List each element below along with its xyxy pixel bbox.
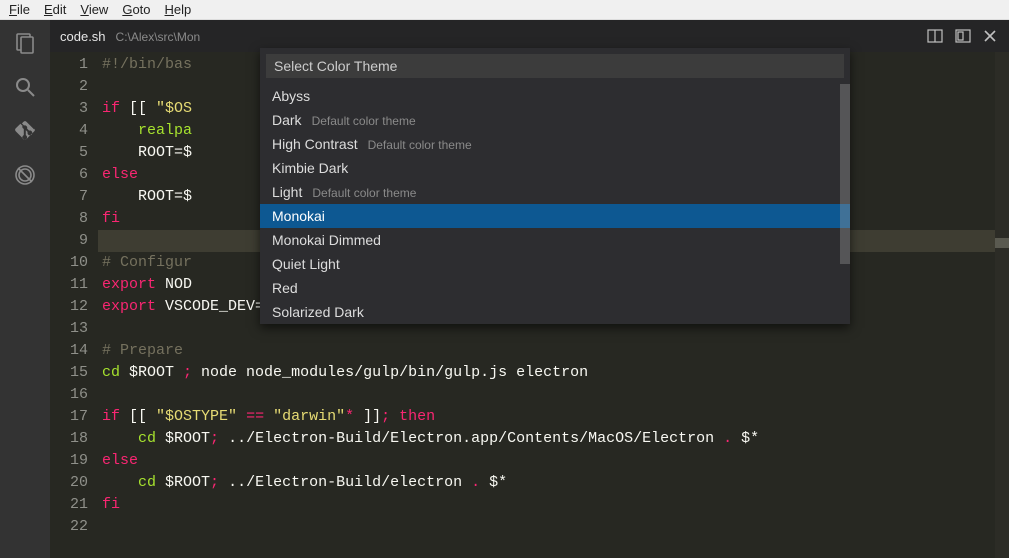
search-icon[interactable] [12,74,38,100]
main-area: code.sh C:\Alex\src\Mon 1234567891011121… [0,20,1009,558]
palette-item-label: Dark [272,112,302,128]
split-editor-icon[interactable] [927,28,943,44]
tab[interactable]: code.sh C:\Alex\src\Mon [60,29,200,44]
line-number: 18 [50,428,88,450]
line-number: 14 [50,340,88,362]
palette-item-label: Red [272,280,298,296]
line-number: 15 [50,362,88,384]
palette-item-light[interactable]: Light Default color theme [260,180,850,204]
menu-edit[interactable]: Edit [37,1,73,18]
palette-item-high-contrast[interactable]: High Contrast Default color theme [260,132,850,156]
line-number: 17 [50,406,88,428]
line-number: 4 [50,120,88,142]
code-line[interactable]: cd $ROOT; ../Electron-Build/electron . $… [98,472,995,494]
palette-item-subtitle: Default color theme [312,114,416,128]
code-line[interactable] [98,384,995,406]
line-number: 9 [50,230,88,252]
more-icon[interactable] [955,28,971,44]
overview-ruler[interactable] [995,52,1009,558]
line-number: 7 [50,186,88,208]
palette-placeholder: Select Color Theme [274,58,397,74]
line-number: 10 [50,252,88,274]
line-number: 13 [50,318,88,340]
menubar: File Edit View Goto Help [0,0,1009,20]
palette-item-monokai[interactable]: Monokai [260,204,850,228]
line-number: 12 [50,296,88,318]
line-number: 22 [50,516,88,538]
palette-item-label: Light [272,184,302,200]
line-number: 8 [50,208,88,230]
code-line[interactable]: if [[ "$OSTYPE" == "darwin"* ]]; then [98,406,995,428]
menu-help[interactable]: Help [158,1,199,18]
line-number: 20 [50,472,88,494]
code-line[interactable]: cd $ROOT ; node node_modules/gulp/bin/gu… [98,362,995,384]
palette-scrollbar[interactable] [840,84,850,324]
palette-item-dark[interactable]: Dark Default color theme [260,108,850,132]
palette-input[interactable]: Select Color Theme [266,54,844,78]
palette-item-solarized-dark[interactable]: Solarized Dark [260,300,850,324]
palette-item-quiet-light[interactable]: Quiet Light [260,252,850,276]
menu-file[interactable]: File [2,1,37,18]
tab-path: C:\Alex\src\Mon [116,30,201,44]
palette-list: AbyssDarkDefault color themeHigh Contras… [260,84,850,324]
palette-item-label: Abyss [272,88,310,104]
palette-item-label: Quiet Light [272,256,340,272]
activity-bar [0,20,50,558]
palette-item-label: Kimbie Dark [272,160,348,176]
command-palette: Select Color Theme Abyss Dark Default colo… [260,48,850,324]
overview-mark [995,238,1009,248]
code-line[interactable]: fi [98,494,995,516]
palette-item-subtitle: Default color theme [312,186,416,200]
close-icon[interactable] [983,29,997,43]
palette-item-label: Monokai [272,208,325,224]
line-number: 6 [50,164,88,186]
line-number: 16 [50,384,88,406]
palette-scrollbar-thumb[interactable] [840,84,850,264]
code-line[interactable]: # Prepare [98,340,995,362]
palette-item-abyss[interactable]: Abyss [260,84,850,108]
editor: code.sh C:\Alex\src\Mon 1234567891011121… [50,20,1009,558]
line-number: 21 [50,494,88,516]
code-line[interactable]: cd $ROOT; ../Electron-Build/Electron.app… [98,428,995,450]
files-icon[interactable] [12,30,38,56]
line-number: 5 [50,142,88,164]
debug-icon[interactable] [12,162,38,188]
git-icon[interactable] [12,118,38,144]
menu-goto[interactable]: Goto [115,1,157,18]
tab-actions [927,28,1009,44]
palette-item-monokai-dimmed[interactable]: Monokai Dimmed [260,228,850,252]
line-number: 2 [50,76,88,98]
palette-item-kimbie-dark[interactable]: Kimbie Dark [260,156,850,180]
gutter: 12345678910111213141516171819202122 [50,54,98,558]
palette-item-red[interactable]: Red [260,276,850,300]
palette-item-label: Solarized Dark [272,304,364,320]
line-number: 19 [50,450,88,472]
tab-title: code.sh [60,29,106,44]
code-line[interactable]: else [98,450,995,472]
line-number: 11 [50,274,88,296]
code-line[interactable] [98,516,995,538]
menu-view[interactable]: View [73,1,115,18]
palette-item-subtitle: Default color theme [368,138,472,152]
line-number: 3 [50,98,88,120]
palette-item-label: High Contrast [272,136,358,152]
palette-item-label: Monokai Dimmed [272,232,381,248]
line-number: 1 [50,54,88,76]
